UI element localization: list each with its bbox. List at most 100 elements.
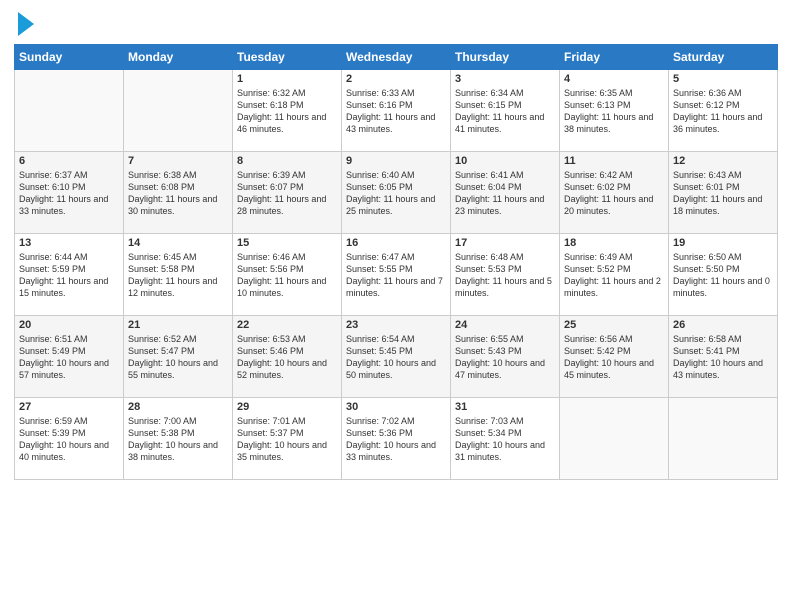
day-number: 8	[237, 155, 337, 167]
day-info: Sunrise: 6:53 AMSunset: 5:46 PMDaylight:…	[237, 333, 337, 382]
calendar-cell: 19 Sunrise: 6:50 AMSunset: 5:50 PMDayligh…	[669, 234, 778, 316]
day-info: Sunrise: 6:52 AMSunset: 5:47 PMDaylight:…	[128, 333, 228, 382]
calendar-cell: 15 Sunrise: 6:46 AMSunset: 5:56 PMDayligh…	[233, 234, 342, 316]
calendar-cell: 23 Sunrise: 6:54 AMSunset: 5:45 PMDayligh…	[342, 316, 451, 398]
day-number: 30	[346, 401, 446, 413]
calendar-week-row: 13 Sunrise: 6:44 AMSunset: 5:59 PMDayligh…	[15, 234, 778, 316]
calendar-cell	[124, 70, 233, 152]
day-number: 7	[128, 155, 228, 167]
calendar-cell: 30 Sunrise: 7:02 AMSunset: 5:36 PMDayligh…	[342, 398, 451, 480]
day-info: Sunrise: 6:46 AMSunset: 5:56 PMDaylight:…	[237, 251, 337, 300]
weekday-header-thursday: Thursday	[451, 45, 560, 70]
day-info: Sunrise: 6:45 AMSunset: 5:58 PMDaylight:…	[128, 251, 228, 300]
day-info: Sunrise: 6:51 AMSunset: 5:49 PMDaylight:…	[19, 333, 119, 382]
day-info: Sunrise: 6:32 AMSunset: 6:18 PMDaylight:…	[237, 87, 337, 136]
calendar-cell: 24 Sunrise: 6:55 AMSunset: 5:43 PMDayligh…	[451, 316, 560, 398]
day-number: 1	[237, 73, 337, 85]
day-info: Sunrise: 7:00 AMSunset: 5:38 PMDaylight:…	[128, 415, 228, 464]
calendar-cell: 11 Sunrise: 6:42 AMSunset: 6:02 PMDayligh…	[560, 152, 669, 234]
calendar-cell: 7 Sunrise: 6:38 AMSunset: 6:08 PMDaylight…	[124, 152, 233, 234]
weekday-header-tuesday: Tuesday	[233, 45, 342, 70]
day-info: Sunrise: 6:37 AMSunset: 6:10 PMDaylight:…	[19, 169, 119, 218]
day-number: 5	[673, 73, 773, 85]
day-info: Sunrise: 6:43 AMSunset: 6:01 PMDaylight:…	[673, 169, 773, 218]
weekday-header-friday: Friday	[560, 45, 669, 70]
calendar-cell: 12 Sunrise: 6:43 AMSunset: 6:01 PMDayligh…	[669, 152, 778, 234]
day-info: Sunrise: 7:03 AMSunset: 5:34 PMDaylight:…	[455, 415, 555, 464]
calendar-week-row: 20 Sunrise: 6:51 AMSunset: 5:49 PMDayligh…	[15, 316, 778, 398]
day-number: 3	[455, 73, 555, 85]
day-number: 17	[455, 237, 555, 249]
day-number: 23	[346, 319, 446, 331]
day-number: 20	[19, 319, 119, 331]
logo	[14, 14, 34, 36]
day-info: Sunrise: 6:36 AMSunset: 6:12 PMDaylight:…	[673, 87, 773, 136]
calendar-week-row: 27Sunrise: 6:59 AMSunset: 5:39 PMDayligh…	[15, 398, 778, 480]
day-number: 14	[128, 237, 228, 249]
day-number: 4	[564, 73, 664, 85]
day-number: 6	[19, 155, 119, 167]
header	[14, 10, 778, 36]
day-info: Sunrise: 6:54 AMSunset: 5:45 PMDaylight:…	[346, 333, 446, 382]
day-number: 12	[673, 155, 773, 167]
weekday-header-saturday: Saturday	[669, 45, 778, 70]
day-number: 19	[673, 237, 773, 249]
day-number: 24	[455, 319, 555, 331]
day-info: Sunrise: 6:33 AMSunset: 6:16 PMDaylight:…	[346, 87, 446, 136]
calendar-week-row: 6 Sunrise: 6:37 AMSunset: 6:10 PMDaylight…	[15, 152, 778, 234]
calendar-cell: 29Sunrise: 7:01 AMSunset: 5:37 PMDayligh…	[233, 398, 342, 480]
calendar-cell: 14 Sunrise: 6:45 AMSunset: 5:58 PMDayligh…	[124, 234, 233, 316]
day-number: 15	[237, 237, 337, 249]
calendar-cell: 5 Sunrise: 6:36 AMSunset: 6:12 PMDaylight…	[669, 70, 778, 152]
day-info: Sunrise: 6:35 AMSunset: 6:13 PMDaylight:…	[564, 87, 664, 136]
calendar-cell: 25 Sunrise: 6:56 AMSunset: 5:42 PMDayligh…	[560, 316, 669, 398]
day-number: 10	[455, 155, 555, 167]
calendar-cell: 3 Sunrise: 6:34 AMSunset: 6:15 PMDaylight…	[451, 70, 560, 152]
day-info: Sunrise: 6:44 AMSunset: 5:59 PMDaylight:…	[19, 251, 119, 300]
calendar-cell: 1 Sunrise: 6:32 AMSunset: 6:18 PMDaylight…	[233, 70, 342, 152]
day-info: Sunrise: 6:41 AMSunset: 6:04 PMDaylight:…	[455, 169, 555, 218]
calendar-cell: 13 Sunrise: 6:44 AMSunset: 5:59 PMDayligh…	[15, 234, 124, 316]
calendar-week-row: 1 Sunrise: 6:32 AMSunset: 6:18 PMDaylight…	[15, 70, 778, 152]
calendar-cell: 26Sunrise: 6:58 AMSunset: 5:41 PMDayligh…	[669, 316, 778, 398]
calendar-cell: 16Sunrise: 6:47 AMSunset: 5:55 PMDayligh…	[342, 234, 451, 316]
day-info: Sunrise: 6:39 AMSunset: 6:07 PMDaylight:…	[237, 169, 337, 218]
weekday-header-sunday: Sunday	[15, 45, 124, 70]
calendar-cell	[669, 398, 778, 480]
calendar-cell: 18 Sunrise: 6:49 AMSunset: 5:52 PMDayligh…	[560, 234, 669, 316]
calendar-cell: 4 Sunrise: 6:35 AMSunset: 6:13 PMDaylight…	[560, 70, 669, 152]
day-info: Sunrise: 6:49 AMSunset: 5:52 PMDaylight:…	[564, 251, 664, 300]
day-number: 13	[19, 237, 119, 249]
day-info: Sunrise: 6:50 AMSunset: 5:50 PMDaylight:…	[673, 251, 773, 300]
day-info: Sunrise: 6:48 AMSunset: 5:53 PMDaylight:…	[455, 251, 555, 300]
day-number: 11	[564, 155, 664, 167]
day-info: Sunrise: 6:56 AMSunset: 5:42 PMDaylight:…	[564, 333, 664, 382]
day-number: 27	[19, 401, 119, 413]
day-info: Sunrise: 6:34 AMSunset: 6:15 PMDaylight:…	[455, 87, 555, 136]
day-info: Sunrise: 6:38 AMSunset: 6:08 PMDaylight:…	[128, 169, 228, 218]
calendar-cell	[560, 398, 669, 480]
day-number: 26	[673, 319, 773, 331]
day-number: 18	[564, 237, 664, 249]
day-info: Sunrise: 7:02 AMSunset: 5:36 PMDaylight:…	[346, 415, 446, 464]
page: SundayMondayTuesdayWednesdayThursdayFrid…	[0, 0, 792, 612]
calendar-cell: 20 Sunrise: 6:51 AMSunset: 5:49 PMDayligh…	[15, 316, 124, 398]
day-info: Sunrise: 6:42 AMSunset: 6:02 PMDaylight:…	[564, 169, 664, 218]
day-number: 9	[346, 155, 446, 167]
calendar-cell: 22 Sunrise: 6:53 AMSunset: 5:46 PMDayligh…	[233, 316, 342, 398]
day-number: 25	[564, 319, 664, 331]
day-number: 16	[346, 237, 446, 249]
calendar-cell	[15, 70, 124, 152]
calendar-cell: 2 Sunrise: 6:33 AMSunset: 6:16 PMDaylight…	[342, 70, 451, 152]
weekday-header-row: SundayMondayTuesdayWednesdayThursdayFrid…	[15, 45, 778, 70]
weekday-header-monday: Monday	[124, 45, 233, 70]
logo-arrow-icon	[18, 12, 34, 36]
calendar-cell: 21 Sunrise: 6:52 AMSunset: 5:47 PMDayligh…	[124, 316, 233, 398]
calendar-cell: 10 Sunrise: 6:41 AMSunset: 6:04 PMDayligh…	[451, 152, 560, 234]
day-number: 2	[346, 73, 446, 85]
day-info: Sunrise: 7:01 AMSunset: 5:37 PMDaylight:…	[237, 415, 337, 464]
calendar-cell: 28Sunrise: 7:00 AMSunset: 5:38 PMDayligh…	[124, 398, 233, 480]
day-info: Sunrise: 6:55 AMSunset: 5:43 PMDaylight:…	[455, 333, 555, 382]
day-number: 22	[237, 319, 337, 331]
day-number: 21	[128, 319, 228, 331]
